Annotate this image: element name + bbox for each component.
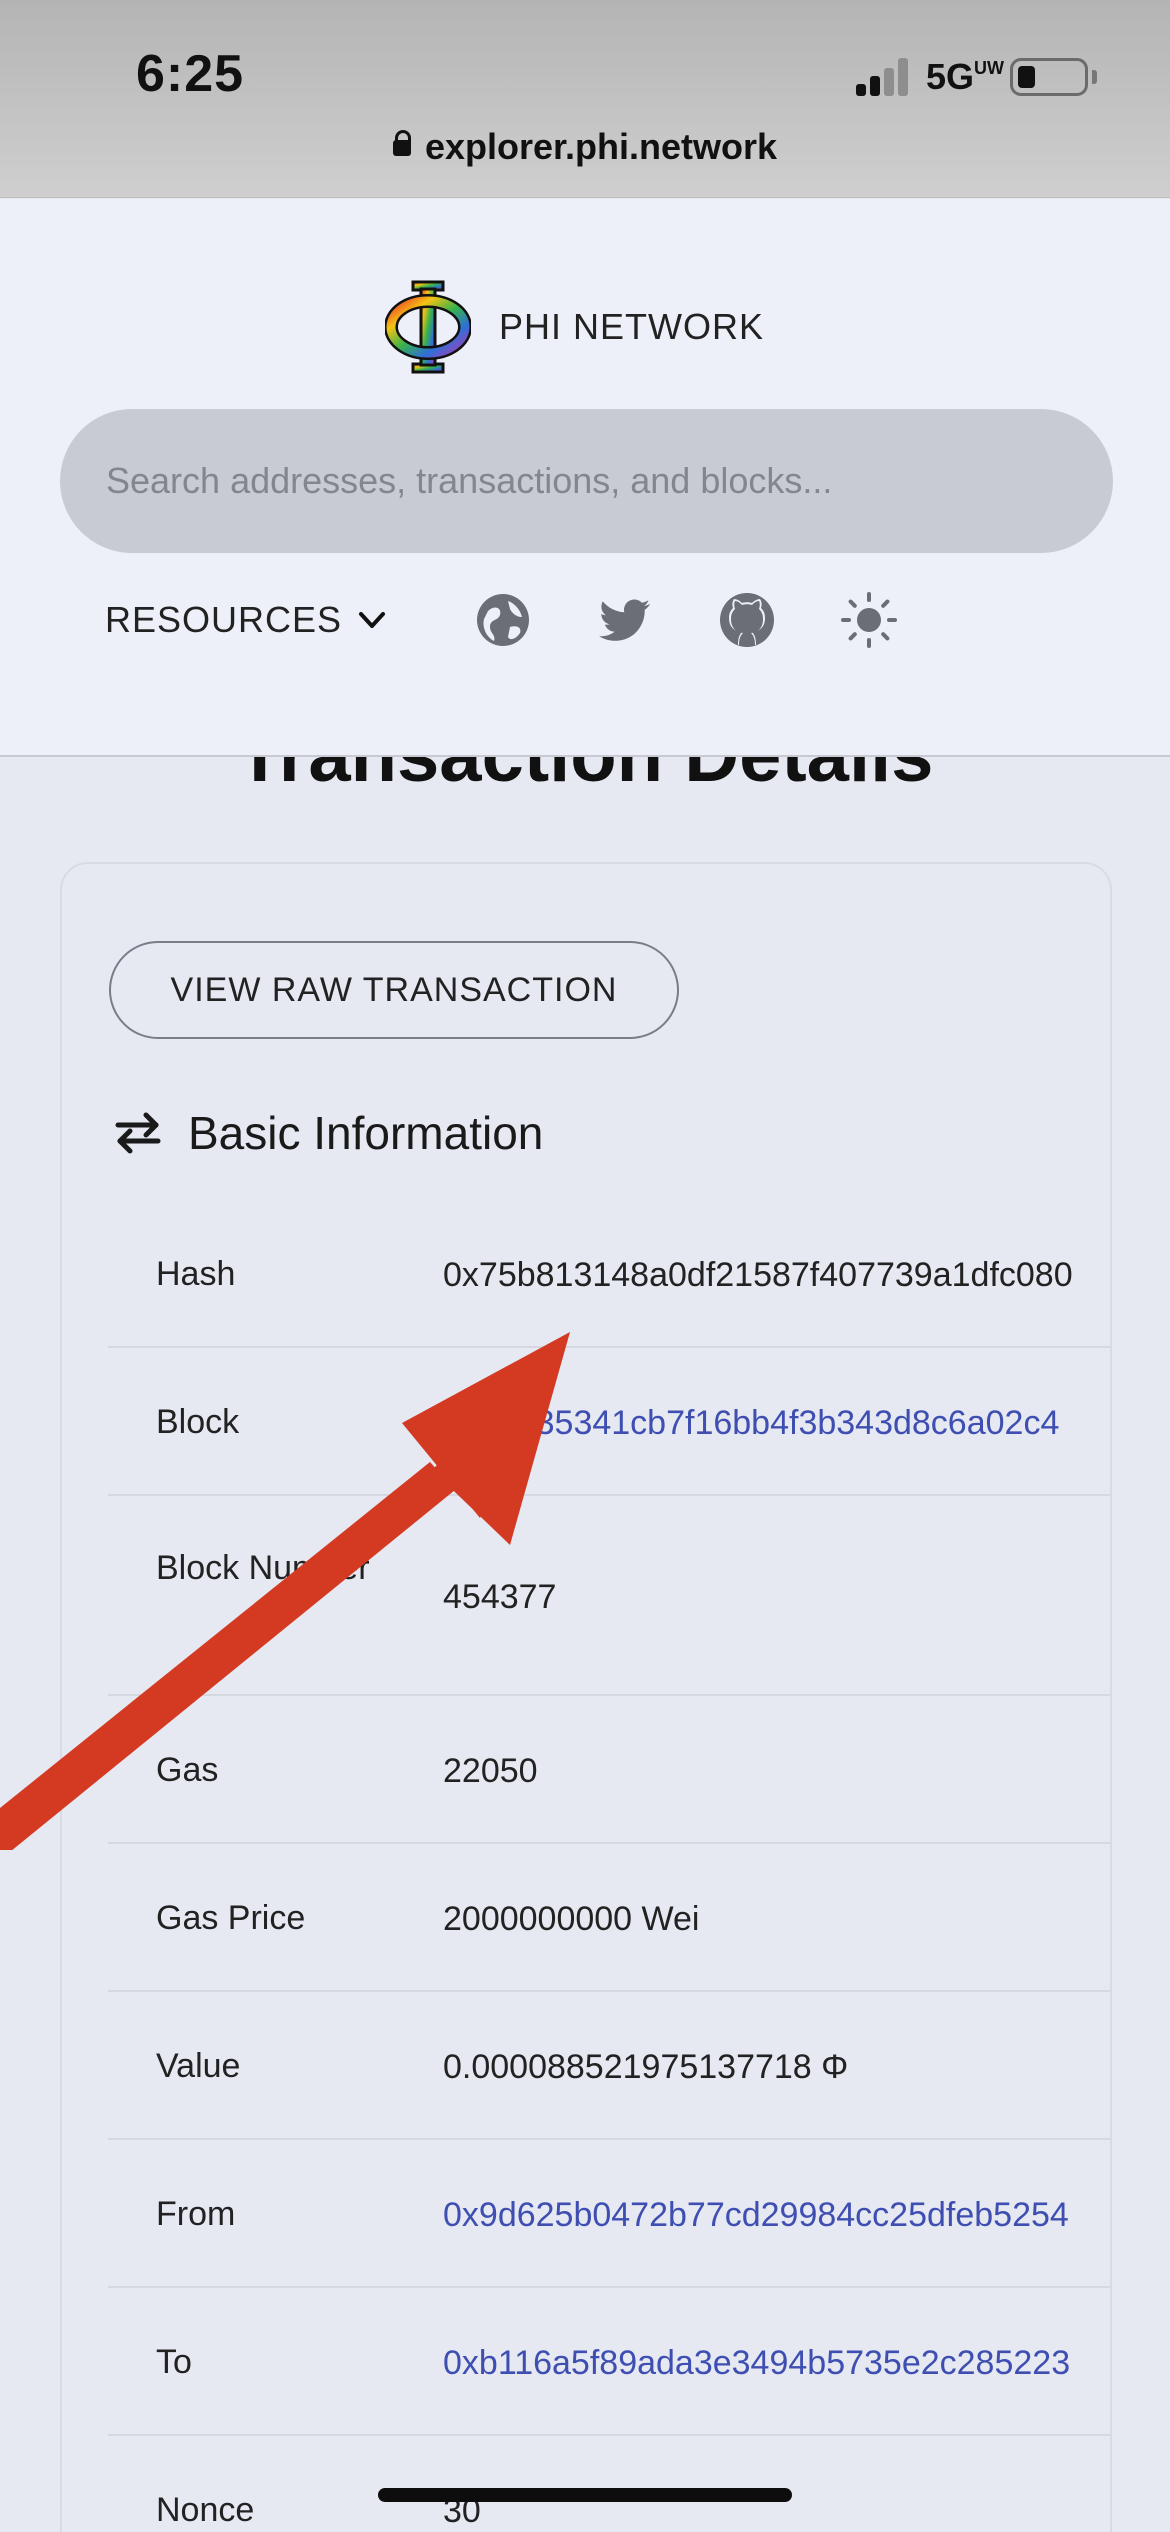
search-bar[interactable] <box>60 409 1113 553</box>
search-input[interactable] <box>60 409 1113 553</box>
hash-value: 0x75b813148a0df21587f407739a1dfc080 <box>443 1256 1073 1294</box>
section-title: Basic Information <box>188 1107 544 1159</box>
battery-icon <box>1010 58 1088 96</box>
brand-name: PHI NETWORK <box>499 306 765 347</box>
globe-icon[interactable] <box>474 591 532 649</box>
twitter-icon[interactable] <box>596 591 654 649</box>
row-label: Nonce <box>156 2491 255 2529</box>
swap-arrows-icon <box>115 1112 161 1154</box>
status-time: 6:25 <box>136 45 245 103</box>
row-label: Gas Price <box>156 1899 306 1937</box>
to-address-link[interactable]: 0xb116a5f89ada3e3494b5735e2c285223 <box>443 2344 1070 2383</box>
row-label: To <box>156 2343 192 2381</box>
table-row: From 0x9d625b0472b77cd29984cc25dfeb5254 <box>108 2140 1110 2288</box>
lock-icon <box>392 130 411 162</box>
site-header: PHI NETWORK RESOURCES <box>0 199 1170 757</box>
table-row: Gas Price 2000000000 Wei <box>108 1844 1110 1992</box>
value-amount: 0.000088521975137718 Φ <box>443 2048 849 2086</box>
network-indicator: 5GUW <box>926 56 1005 97</box>
table-row: Hash 0x75b813148a0df21587f407739a1dfc080 <box>108 1200 1110 1348</box>
home-indicator[interactable] <box>378 2488 792 2502</box>
header-nav: RESOURCES <box>105 591 898 649</box>
view-raw-transaction-button[interactable]: VIEW RAW TRANSACTION <box>109 941 679 1039</box>
table-row: To 0xb116a5f89ada3e3494b5735e2c285223 <box>108 2288 1110 2436</box>
row-label: Value <box>156 2047 241 2085</box>
url-text: explorer.phi.network <box>424 126 778 167</box>
address-bar[interactable]: explorer.phi.network <box>0 126 1170 168</box>
table-row: Nonce 30 <box>108 2436 1110 2532</box>
signal-icon <box>856 58 910 96</box>
from-address-link[interactable]: 0x9d625b0472b77cd29984cc25dfeb5254 <box>443 2196 1069 2235</box>
theme-toggle-icon[interactable] <box>840 591 898 649</box>
resources-label: RESOURCES <box>105 599 343 640</box>
resources-dropdown[interactable]: RESOURCES <box>105 599 388 641</box>
row-label: From <box>156 2195 236 2233</box>
basic-information-header: Basic Information <box>112 1106 543 1160</box>
chevron-down-icon <box>359 612 386 628</box>
row-label: Hash <box>156 1255 236 1293</box>
github-icon[interactable] <box>718 591 776 649</box>
brand-link[interactable]: PHI NETWORK <box>385 279 764 375</box>
gas-price-value: 2000000000 Wei <box>443 1900 700 1938</box>
table-row: Value 0.000088521975137718 Φ <box>108 1992 1110 2140</box>
annotation-arrow-icon <box>0 1332 570 1850</box>
phi-logo-icon <box>385 280 471 374</box>
status-bar: 6:25 5GUW explorer.phi.network <box>0 0 1170 198</box>
